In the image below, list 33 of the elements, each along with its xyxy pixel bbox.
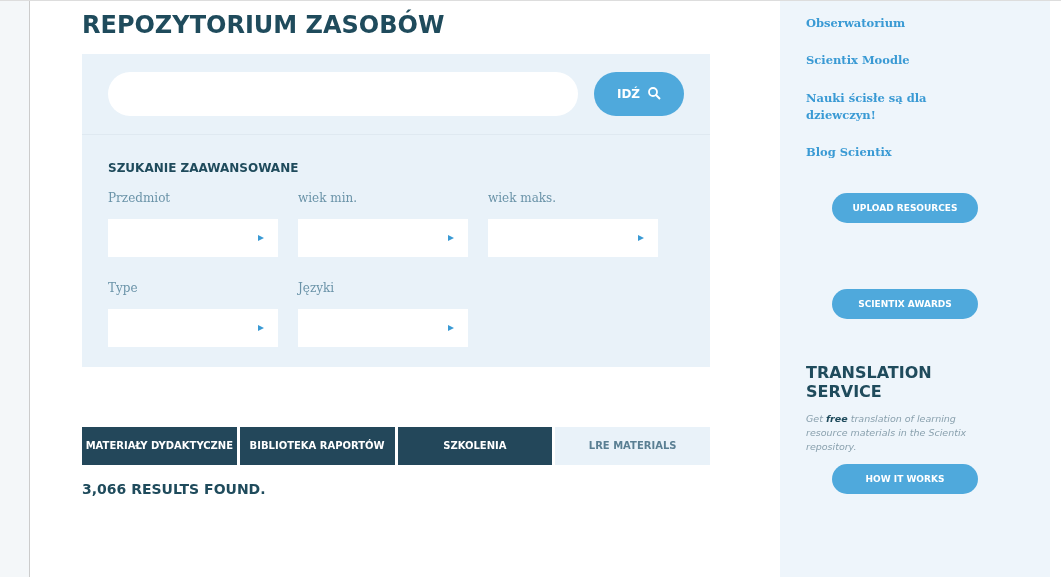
field-label: Języki xyxy=(298,279,336,297)
category-tab[interactable]: SZKOLENIA xyxy=(397,426,553,465)
dropdown-arrow-icon xyxy=(258,234,264,241)
field-label: Type xyxy=(108,279,139,297)
dropdown-field[interactable] xyxy=(108,308,278,347)
dropdown-arrow-icon xyxy=(448,234,454,241)
dropdown-field[interactable] xyxy=(298,218,468,257)
action-button[interactable]: UPLOAD RESOURCES xyxy=(832,193,978,224)
dropdown-field[interactable] xyxy=(298,308,468,347)
field-label: wiek maks. xyxy=(488,189,558,207)
page-title: REPOZYTORIUM ZASOBÓW xyxy=(82,11,446,40)
section-heading: SZUKANIE ZAAWANSOWANE xyxy=(108,159,300,177)
search-icon xyxy=(648,87,662,101)
dropdown-field[interactable] xyxy=(488,218,658,257)
search-button[interactable]: IDŹ xyxy=(594,71,684,116)
sidebar-link[interactable]: Obserwatorium xyxy=(806,15,966,33)
description-text: Get free translation of learning resource materials in the Scientix repository. xyxy=(806,411,968,455)
dropdown-field[interactable] xyxy=(108,218,278,257)
sidebar-link[interactable]: Nauki ścisłe są dla dziewczyn! xyxy=(806,89,966,124)
category-tab[interactable]: BIBLIOTEKA RAPORTÓW xyxy=(239,426,395,465)
dropdown-arrow-icon xyxy=(638,234,644,241)
category-tab[interactable]: LRE MATERIALS xyxy=(555,426,710,465)
how-it-works-button[interactable]: HOW IT WORKS xyxy=(832,464,978,495)
section-heading: TRANSLATION SERVICE xyxy=(806,363,933,402)
dropdown-arrow-icon xyxy=(258,324,264,331)
results-count: 3,066 RESULTS FOUND. xyxy=(82,479,267,499)
action-button[interactable]: SCIENTIX AWARDS xyxy=(832,289,978,320)
field-label: wiek min. xyxy=(298,189,359,207)
sidebar-link[interactable]: Blog Scientix xyxy=(806,144,966,162)
dropdown-arrow-icon xyxy=(448,324,454,331)
category-tab[interactable]: MATERIAŁY DYDAKTYCZNE xyxy=(82,426,237,465)
field-label: Przedmiot xyxy=(108,189,172,207)
sidebar-link[interactable]: Scientix Moodle xyxy=(806,52,966,70)
